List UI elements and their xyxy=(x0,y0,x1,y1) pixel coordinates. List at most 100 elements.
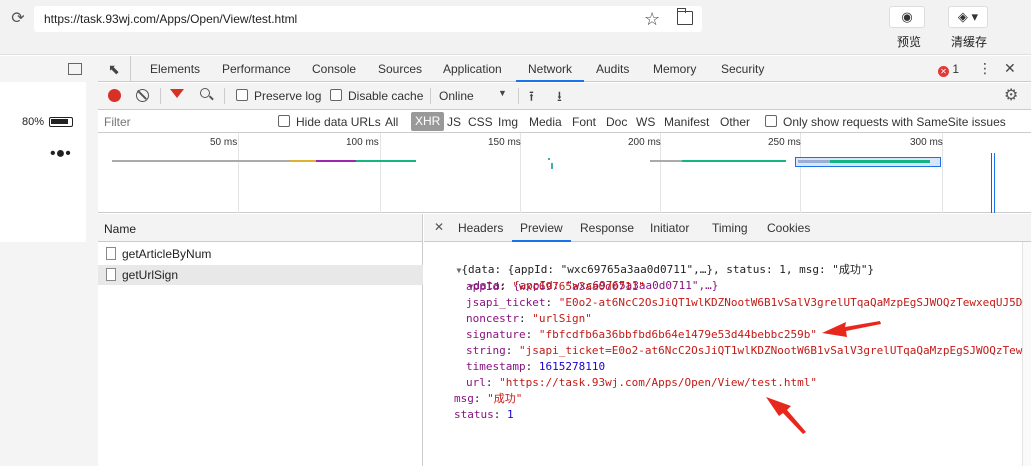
tab-preview[interactable]: Preview xyxy=(512,214,571,242)
json-preview: ▼{data: {appId: "wxc69765a3aa0d0711",…},… xyxy=(424,242,1031,466)
browser-toolbar: ⟳ https://task.93wj.com/Apps/Open/View/t… xyxy=(0,0,1031,55)
type-filter-other[interactable]: Other xyxy=(720,115,750,129)
dock-side-icon[interactable] xyxy=(68,63,82,75)
close-devtools-icon[interactable]: ✕ xyxy=(1004,60,1016,77)
preserve-log-label: Preserve log xyxy=(254,89,322,103)
more-vertical-icon[interactable]: ⋮ xyxy=(978,60,992,77)
filter-bar: Hide data URLs All XHR JS CSS Img Media … xyxy=(98,111,1031,133)
json-field-jsapi-ticket: jsapi_ticket: "E0o2-at6NcC2OsJiQT1wlKDZN… xyxy=(466,296,1031,309)
timeline-bar xyxy=(830,160,930,163)
disable-cache-checkbox[interactable] xyxy=(330,89,342,104)
timeline-bar xyxy=(356,160,416,162)
request-name: getUrlSign xyxy=(122,268,179,282)
more-dots-icon[interactable]: •●• xyxy=(50,145,71,163)
timeline-bar xyxy=(316,160,356,162)
address-bar-url: https://task.93wj.com/Apps/Open/View/tes… xyxy=(44,12,298,26)
request-detail-tabbar: ✕ Headers Preview Response Initiator Tim… xyxy=(424,214,1031,242)
import-har-icon[interactable]: ⭱ xyxy=(529,86,534,110)
type-filter-css[interactable]: CSS xyxy=(468,115,493,129)
clear-cache-extension-button[interactable]: ◈ ▾ xyxy=(948,6,988,28)
tab-application[interactable]: Application xyxy=(443,56,502,82)
tab-elements[interactable]: Elements xyxy=(150,56,200,82)
timeline-bar xyxy=(682,160,786,162)
disable-cache-label: Disable cache xyxy=(348,89,424,103)
type-filter-doc[interactable]: Doc xyxy=(606,115,627,129)
timeline-bar xyxy=(112,160,290,162)
hide-data-urls-checkbox[interactable] xyxy=(278,115,290,130)
document-icon xyxy=(106,268,116,281)
timeline-tick: 50 ms xyxy=(210,137,238,148)
address-bar[interactable]: https://task.93wj.com/Apps/Open/View/tes… xyxy=(34,6,702,32)
tab-network[interactable]: Network xyxy=(516,56,585,82)
clear-icon[interactable] xyxy=(136,89,149,102)
type-filter-js[interactable]: JS xyxy=(447,115,461,129)
tab-initiator[interactable]: Initiator xyxy=(650,214,689,242)
tab-timing[interactable]: Timing xyxy=(712,214,748,242)
type-filter-manifest[interactable]: Manifest xyxy=(664,115,709,129)
error-count: 1 xyxy=(952,62,960,76)
record-icon[interactable] xyxy=(108,89,121,102)
request-name: getArticleByNum xyxy=(122,247,212,261)
timeline-tick: 250 ms xyxy=(768,137,801,148)
tab-performance[interactable]: Performance xyxy=(222,56,291,82)
timeline-tick: 300 ms xyxy=(910,137,943,148)
tab-headers[interactable]: Headers xyxy=(458,214,503,242)
vertical-scrollbar[interactable] xyxy=(1022,242,1031,466)
name-column-header[interactable]: Name xyxy=(104,222,136,236)
timeline-tick: 200 ms xyxy=(628,137,661,148)
tab-audits[interactable]: Audits xyxy=(596,56,629,82)
emulated-page-content xyxy=(0,82,86,242)
emulated-page-panel: 80% •●• xyxy=(0,56,98,466)
load-event-marker xyxy=(991,153,992,213)
request-row[interactable]: getArticleByNum xyxy=(98,244,423,264)
preview-extension-button[interactable]: ◉ xyxy=(889,6,925,28)
document-icon xyxy=(106,247,116,260)
type-filter-img[interactable]: Img xyxy=(498,115,518,129)
request-row-selected[interactable]: getUrlSign xyxy=(98,265,423,285)
timeline-overview[interactable]: 50 ms 100 ms 150 ms 200 ms 250 ms 300 ms xyxy=(98,133,1031,213)
tab-security[interactable]: Security xyxy=(721,56,764,82)
close-icon[interactable]: ✕ xyxy=(434,220,444,234)
export-har-icon[interactable]: ⭳ xyxy=(557,86,562,110)
error-count-badge[interactable]: ✕ 1 xyxy=(938,62,959,77)
json-field-timestamp: timestamp: 1615278110 xyxy=(466,360,606,373)
tab-console[interactable]: Console xyxy=(312,56,356,82)
eye-icon: ◉ xyxy=(901,9,913,24)
samesite-checkbox[interactable] xyxy=(765,115,777,130)
inspect-element-icon[interactable]: ⬉ xyxy=(108,61,120,78)
type-filter-all[interactable]: All xyxy=(385,115,398,129)
tab-sources[interactable]: Sources xyxy=(378,56,422,82)
timeline-bar xyxy=(290,160,316,162)
bookmark-star-icon[interactable]: ☆ xyxy=(644,9,660,30)
type-filter-ws[interactable]: WS xyxy=(636,115,655,129)
json-field-string: string: "jsapi_ticket=E0o2-at6NcC2OsJiQT… xyxy=(466,344,1031,357)
throttling-select[interactable]: Online xyxy=(439,89,474,103)
type-filter-media[interactable]: Media xyxy=(529,115,562,129)
tab-cookies[interactable]: Cookies xyxy=(767,214,810,242)
dom-content-loaded-marker xyxy=(994,153,995,213)
request-list: getArticleByNum getUrlSign xyxy=(98,242,423,466)
timeline-dot xyxy=(551,163,553,169)
search-icon[interactable] xyxy=(200,88,210,98)
filter-icon[interactable] xyxy=(170,89,184,98)
json-field-msg: msg: "成功" xyxy=(454,392,523,405)
gear-icon[interactable]: ⚙ xyxy=(1004,85,1018,105)
samesite-label: Only show requests with SameSite issues xyxy=(783,115,1006,129)
json-field-noncestr: noncestr: "urlSign" xyxy=(466,312,592,325)
timeline-dot xyxy=(548,158,550,160)
json-field-appid: appId: "wxc69765a3aa0d0711" xyxy=(466,280,645,293)
clear-cache-extension-label: 清缓存 xyxy=(951,35,988,49)
request-list-header[interactable]: Name xyxy=(98,214,423,242)
chevron-down-icon[interactable]: ▼ xyxy=(498,88,507,98)
timeline-tick: 100 ms xyxy=(346,137,379,148)
tab-memory[interactable]: Memory xyxy=(653,56,696,82)
tab-response[interactable]: Response xyxy=(580,214,634,242)
reload-icon[interactable]: ⟳ xyxy=(8,9,28,29)
type-filter-xhr[interactable]: XHR xyxy=(411,112,445,131)
filter-input[interactable] xyxy=(100,113,266,131)
type-filter-font[interactable]: Font xyxy=(572,115,596,129)
devtools-tabbar: ⬉ Elements Performance Console Sources A… xyxy=(98,56,1031,82)
layers-icon: ◈ ▾ xyxy=(957,9,979,24)
preserve-log-checkbox[interactable] xyxy=(236,89,248,104)
collections-folder-icon[interactable] xyxy=(677,8,693,25)
